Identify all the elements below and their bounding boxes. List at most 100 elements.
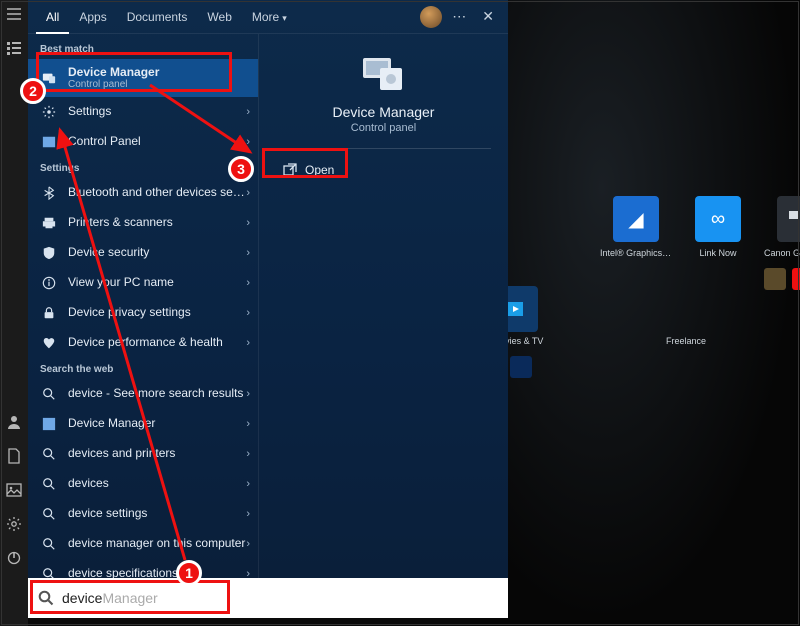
result-label: device settings (68, 507, 246, 520)
open-icon (283, 163, 297, 177)
bluetooth-icon (40, 184, 58, 202)
power-icon[interactable] (6, 550, 22, 566)
info-icon (40, 274, 58, 292)
result-device-privacy[interactable]: Device privacy settings› (28, 298, 258, 328)
result-web-device-manager[interactable]: Device Manager› (28, 409, 258, 439)
tile-canon-printer[interactable]: Canon G2010 Pr… (764, 196, 800, 258)
tile-link-now[interactable]: ∞Link Now (682, 196, 754, 258)
chevron-right-icon: › (246, 568, 250, 578)
result-printers[interactable]: Printers & scanners› (28, 208, 258, 238)
control-panel-icon (40, 133, 58, 151)
result-device-manager[interactable]: Device Manager Control panel (28, 59, 258, 97)
hamburger-icon[interactable] (6, 6, 22, 22)
chevron-right-icon: › (246, 337, 250, 349)
result-web-device-settings[interactable]: device settings› (28, 499, 258, 529)
search-typed-text: device (62, 590, 102, 606)
result-title: Device Manager (68, 66, 250, 79)
preview-pane: Device Manager Control panel Open (258, 34, 508, 578)
result-device-security[interactable]: Device security› (28, 238, 258, 268)
list-icon[interactable] (6, 40, 22, 56)
chevron-right-icon: › (246, 508, 250, 520)
device-manager-large-icon (360, 54, 408, 94)
result-label: devices and printers (68, 447, 246, 460)
search-icon (40, 475, 58, 493)
result-label: devices (68, 477, 246, 490)
more-options-icon[interactable]: ⋯ (448, 8, 470, 25)
tab-documents[interactable]: Documents (117, 0, 198, 34)
results-list: Best match Device Manager Control panel … (28, 34, 258, 578)
search-panel: All Apps Documents Web More▾ ⋯ ✕ Best ma… (28, 0, 508, 578)
search-icon (40, 535, 58, 553)
gear-icon (40, 103, 58, 121)
tile-label: Intel® Graphics C… (600, 248, 672, 258)
tile-small-netflix[interactable] (792, 268, 800, 290)
app-icon (40, 415, 58, 433)
header-best-match: Best match (28, 38, 258, 59)
result-label: Printers & scanners (68, 216, 246, 229)
chevron-right-icon: › (246, 538, 250, 550)
header-settings: Settings (28, 157, 258, 178)
search-icon (38, 590, 54, 606)
search-filter-tabs: All Apps Documents Web More▾ ⋯ ✕ (28, 0, 508, 34)
result-label: Device performance & health (68, 336, 246, 349)
chevron-right-icon: › (246, 418, 250, 430)
result-label: View your PC name (68, 276, 246, 289)
result-web-devices-printers[interactable]: devices and printers› (28, 439, 258, 469)
search-icon (40, 565, 58, 578)
result-web-device-spec[interactable]: device specifications› (28, 559, 258, 578)
close-icon[interactable]: ✕ (476, 8, 500, 25)
result-pc-name[interactable]: View your PC name› (28, 268, 258, 298)
result-web-dm-computer[interactable]: device manager on this computer› (28, 529, 258, 559)
open-label: Open (305, 163, 334, 177)
lock-icon (40, 304, 58, 322)
chevron-right-icon: › (246, 187, 250, 199)
chevron-right-icon: › (246, 106, 250, 118)
header-web: Search the web (28, 358, 258, 379)
picture-icon[interactable] (6, 482, 22, 498)
search-icon (40, 505, 58, 523)
heart-icon (40, 334, 58, 352)
chevron-right-icon: › (246, 247, 250, 259)
chevron-right-icon: › (246, 217, 250, 229)
tab-web[interactable]: Web (197, 0, 241, 34)
person-icon[interactable] (6, 414, 22, 430)
result-label: Bluetooth and other devices settings (68, 186, 246, 199)
search-icon (40, 385, 58, 403)
tile-label: Freelance (666, 336, 738, 346)
tile-label: Link Now (682, 248, 754, 258)
result-web-devices[interactable]: devices› (28, 469, 258, 499)
result-label: device - See more search results (68, 387, 246, 400)
preview-subtitle: Control panel (351, 122, 416, 134)
chevron-right-icon: › (246, 307, 250, 319)
open-action[interactable]: Open (283, 155, 334, 185)
chevron-right-icon: › (246, 448, 250, 460)
result-label: Device Manager (68, 417, 246, 430)
device-manager-icon (40, 69, 58, 87)
divider (276, 148, 490, 149)
chevron-down-icon: ▾ (282, 13, 287, 23)
result-device-performance[interactable]: Device performance & health› (28, 328, 258, 358)
gear-icon[interactable] (6, 516, 22, 532)
tile-intel-graphics[interactable]: ◢Intel® Graphics C… (600, 196, 672, 258)
result-web-device[interactable]: device - See more search results› (28, 379, 258, 409)
document-icon[interactable] (6, 448, 22, 464)
tab-apps[interactable]: Apps (69, 0, 116, 34)
result-label: Device security (68, 246, 246, 259)
chevron-right-icon: › (246, 388, 250, 400)
search-input[interactable]: deviceManager (28, 578, 508, 618)
result-settings-app[interactable]: Settings › (28, 97, 258, 127)
tab-more[interactable]: More▾ (242, 0, 297, 34)
chevron-right-icon: › (246, 478, 250, 490)
tab-all[interactable]: All (36, 0, 69, 34)
desktop-background: ◢Intel® Graphics C… ∞Link Now Canon G201… (470, 0, 800, 626)
left-icon-rail (0, 0, 28, 626)
result-subtitle: Control panel (68, 79, 250, 90)
tile-small-app[interactable] (764, 268, 786, 290)
result-bluetooth-settings[interactable]: Bluetooth and other devices settings› (28, 178, 258, 208)
tile-small-app[interactable] (510, 356, 532, 378)
result-control-panel[interactable]: Control Panel › (28, 127, 258, 157)
tile-label: Canon G2010 Pr… (764, 248, 800, 258)
chevron-right-icon: › (246, 277, 250, 289)
user-avatar[interactable] (420, 6, 442, 28)
tile-small-apps-row (764, 268, 800, 290)
